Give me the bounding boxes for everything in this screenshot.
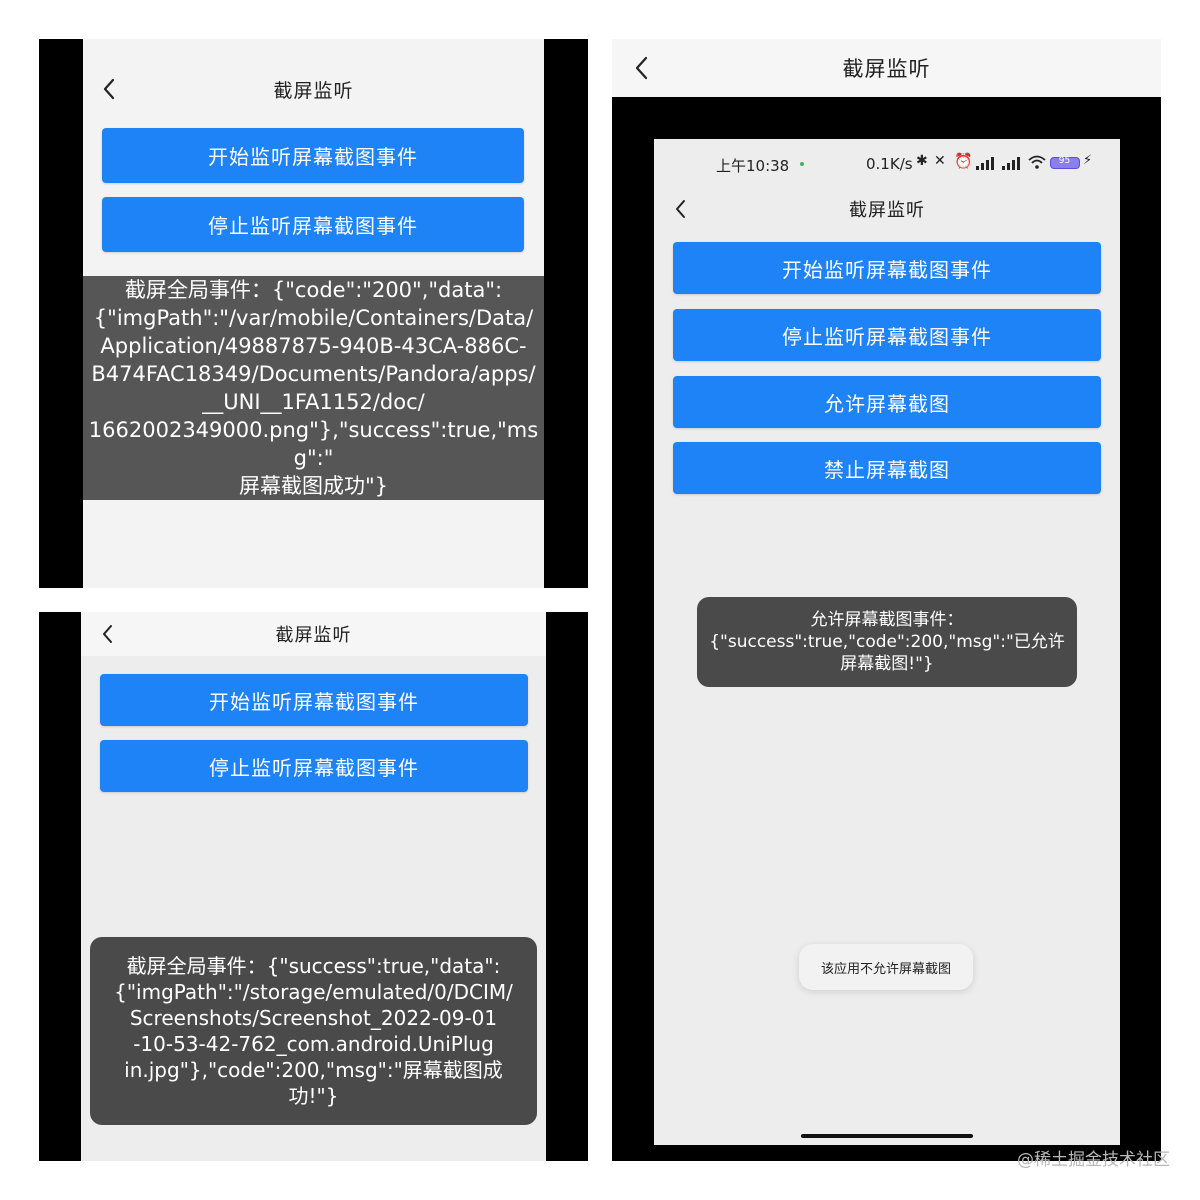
- stop-listen-button[interactable]: 停止监听屏幕截图事件: [102, 197, 524, 252]
- home-indicator[interactable]: [801, 1134, 973, 1138]
- start-listen-button[interactable]: 开始监听屏幕截图事件: [673, 242, 1101, 294]
- bluetooth-icon: ✱: [916, 153, 928, 169]
- back-button[interactable]: [666, 195, 694, 223]
- panel-android-screenshot: 截屏监听 开始监听屏幕截图事件 停止监听屏幕截图事件 截屏全局事件：{"succ…: [39, 612, 588, 1161]
- charging-icon: ⚡: [1083, 153, 1093, 168]
- back-button[interactable]: [626, 53, 656, 83]
- navbar: 截屏监听: [654, 187, 1120, 231]
- watermark: @稀土掘金技术社区: [1017, 1150, 1170, 1170]
- stop-listen-button[interactable]: 停止监听屏幕截图事件: [100, 740, 528, 792]
- blocked-screenshot-toast: 该应用不允许屏幕截图: [799, 944, 973, 990]
- outer-navbar: 截屏监听: [612, 39, 1161, 97]
- alarm-icon: ⏰: [954, 152, 973, 170]
- inner-screen: 上午10:38 0.1K/s ✱ ✕ ⏰ 95 ⚡ 截屏监听 开始监听屏幕截图事…: [654, 139, 1120, 1145]
- start-listen-button[interactable]: 开始监听屏幕截图事件: [102, 128, 524, 183]
- screen: 截屏监听 开始监听屏幕截图事件 停止监听屏幕截图事件 截屏全局事件：{"code…: [83, 39, 544, 588]
- navbar: 截屏监听: [81, 612, 546, 656]
- page-title: 截屏监听: [273, 79, 354, 102]
- allow-screenshot-button[interactable]: 允许屏幕截图: [673, 376, 1101, 428]
- screenshot-event-toast: 截屏全局事件：{"code":"200","data": {"imgPath":…: [83, 276, 544, 500]
- back-button[interactable]: [95, 75, 123, 103]
- chevron-left-icon: [676, 200, 685, 218]
- chevron-left-icon: [103, 78, 115, 100]
- status-bar: 上午10:38 0.1K/s ✱ ✕ ⏰ 95 ⚡: [654, 139, 1120, 187]
- back-button[interactable]: [93, 620, 121, 648]
- mute-bell-icon: ✕: [934, 153, 946, 169]
- allow-event-toast: 允许屏幕截图事件： {"success":true,"code":200,"ms…: [697, 597, 1077, 687]
- screenshot-event-toast: 截屏全局事件：{"success":true,"data": {"imgPath…: [90, 937, 537, 1125]
- status-time: 上午10:38: [716, 157, 790, 175]
- panel-ios-screenshot: 截屏监听 开始监听屏幕截图事件 停止监听屏幕截图事件 截屏全局事件：{"code…: [39, 39, 588, 588]
- signal-icon: [976, 157, 994, 170]
- chevron-left-icon: [103, 625, 112, 643]
- forbid-screenshot-button[interactable]: 禁止屏幕截图: [673, 442, 1101, 494]
- wifi-icon: [1028, 155, 1046, 169]
- start-listen-button[interactable]: 开始监听屏幕截图事件: [100, 674, 528, 726]
- page-title: 截屏监听: [849, 200, 925, 221]
- navbar: 截屏监听: [83, 67, 544, 111]
- chevron-left-icon: [635, 56, 648, 80]
- panel-right-screenshot: 截屏监听 上午10:38 0.1K/s ✱ ✕ ⏰ 95 ⚡ 截屏监听 开始监听…: [612, 39, 1161, 1161]
- battery-level: 95: [1058, 156, 1071, 166]
- signal-icon: [1002, 157, 1020, 170]
- stop-listen-button[interactable]: 停止监听屏幕截图事件: [673, 309, 1101, 361]
- screen: 截屏监听 开始监听屏幕截图事件 停止监听屏幕截图事件 截屏全局事件：{"succ…: [81, 612, 546, 1161]
- battery-icon: 95: [1050, 156, 1080, 169]
- status-dot-icon: [800, 162, 804, 166]
- page-title: 截屏监听: [275, 625, 352, 646]
- page-title: 截屏监听: [842, 57, 931, 81]
- status-speed: 0.1K/s: [866, 155, 913, 173]
